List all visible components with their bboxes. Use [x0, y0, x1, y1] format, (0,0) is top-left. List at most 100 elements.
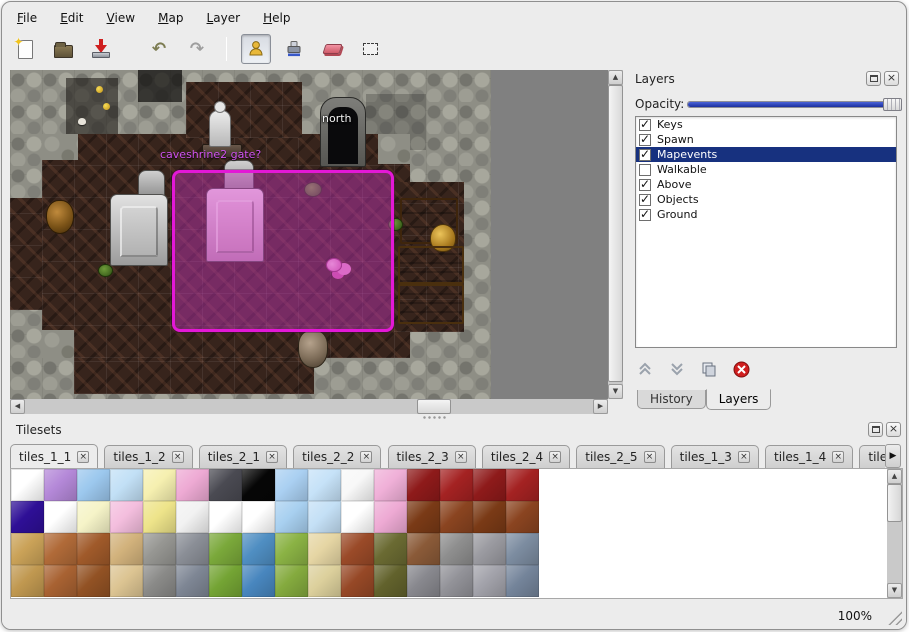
tileset-tile[interactable] — [407, 501, 440, 533]
tileset-tile[interactable] — [440, 565, 473, 597]
open-button[interactable] — [48, 34, 78, 64]
tileset-tab[interactable]: tiles_1_2× — [104, 445, 192, 468]
menu-layer[interactable]: Layer — [198, 8, 249, 28]
tileset-tab[interactable]: tiles_2_4× — [482, 445, 570, 468]
tileset-tile[interactable] — [341, 469, 374, 501]
tileset-tile[interactable] — [110, 501, 143, 533]
delete-layer-button[interactable] — [731, 359, 751, 379]
tileset-tile[interactable] — [176, 533, 209, 565]
tileset-tile[interactable] — [11, 533, 44, 565]
lower-layer-button[interactable] — [667, 359, 687, 379]
tileset-tile[interactable] — [440, 469, 473, 501]
tileset-tile[interactable] — [374, 565, 407, 597]
layer-visibility-checkbox[interactable] — [639, 179, 651, 191]
tileset-tile[interactable] — [44, 501, 77, 533]
opacity-slider-handle[interactable] — [883, 98, 902, 111]
tab-close-icon[interactable]: × — [455, 451, 467, 463]
layer-visibility-checkbox[interactable] — [639, 194, 651, 206]
undo-button[interactable]: ↶ — [144, 34, 174, 64]
tileset-tile[interactable] — [77, 469, 110, 501]
tileset-tile[interactable] — [374, 469, 407, 501]
fill-tool-button[interactable] — [279, 34, 309, 64]
duplicate-layer-button[interactable] — [699, 359, 719, 379]
tileset-tile[interactable] — [275, 565, 308, 597]
opacity-slider[interactable] — [687, 101, 901, 108]
menu-view[interactable]: View — [98, 8, 144, 28]
scrollbar-thumb[interactable] — [887, 484, 902, 522]
tileset-tile[interactable] — [11, 565, 44, 597]
tileset-tile[interactable] — [209, 469, 242, 501]
tileset-tile[interactable] — [77, 501, 110, 533]
tileset-tile[interactable] — [374, 501, 407, 533]
layer-visibility-checkbox[interactable] — [639, 134, 651, 146]
tileset-tile[interactable] — [143, 501, 176, 533]
layer-row-ground[interactable]: Ground — [636, 207, 896, 222]
tab-close-icon[interactable]: × — [644, 451, 656, 463]
tileset-tile[interactable] — [407, 469, 440, 501]
tileset-tab[interactable]: tiles_1_1× — [10, 444, 98, 469]
tileset-vertical-scrollbar[interactable]: ▲ ▼ — [887, 469, 902, 598]
tileset-tile[interactable] — [176, 565, 209, 597]
tileset-tile[interactable] — [110, 565, 143, 597]
tileset-tab[interactable]: tiles_2_1× — [199, 445, 287, 468]
panel-float-button[interactable] — [866, 71, 881, 86]
tab-scroll-next-button[interactable]: ▶ — [885, 444, 901, 468]
tab-close-icon[interactable]: × — [266, 451, 278, 463]
layer-row-spawn[interactable]: Spawn — [636, 132, 896, 147]
tileset-tile[interactable] — [473, 501, 506, 533]
tileset-tile[interactable] — [341, 501, 374, 533]
map-vertical-scrollbar[interactable]: ▲ ▼ — [608, 70, 623, 399]
tab-close-icon[interactable]: × — [549, 451, 561, 463]
stamp-tool-button[interactable] — [241, 34, 271, 64]
raise-layer-button[interactable] — [635, 359, 655, 379]
scroll-left-icon[interactable]: ◀ — [10, 399, 25, 414]
menu-map[interactable]: Map — [149, 8, 192, 28]
redo-button[interactable]: ↷ — [182, 34, 212, 64]
scrollbar-thumb[interactable] — [608, 85, 623, 382]
tileset-tile[interactable] — [209, 501, 242, 533]
splitter-handle[interactable] — [10, 414, 903, 421]
tileset-tile[interactable] — [506, 501, 539, 533]
tab-close-icon[interactable]: × — [77, 451, 89, 463]
tileset-tab[interactable]: tiles_1_3× — [671, 445, 759, 468]
tileset-tile[interactable] — [143, 565, 176, 597]
menu-edit[interactable]: Edit — [51, 8, 92, 28]
tileset-tile[interactable] — [176, 469, 209, 501]
tileset-tile[interactable] — [44, 533, 77, 565]
scroll-right-icon[interactable]: ▶ — [593, 399, 608, 414]
tileset-tile[interactable] — [275, 501, 308, 533]
tileset-tile[interactable] — [242, 533, 275, 565]
tileset-tile[interactable] — [110, 469, 143, 501]
scroll-up-icon[interactable]: ▲ — [887, 469, 902, 484]
tab-layers[interactable]: Layers — [706, 389, 772, 410]
layer-visibility-checkbox[interactable] — [639, 119, 651, 131]
new-map-button[interactable]: ✦ — [10, 34, 40, 64]
tileset-tile[interactable] — [77, 533, 110, 565]
tileset-tile[interactable] — [473, 565, 506, 597]
tileset-tile[interactable] — [44, 469, 77, 501]
tileset-tile[interactable] — [407, 533, 440, 565]
tileset-tile[interactable] — [176, 501, 209, 533]
menu-file[interactable]: File — [8, 8, 46, 28]
tileset-tile[interactable] — [209, 533, 242, 565]
panel-close-button[interactable]: × — [884, 71, 899, 86]
tab-close-icon[interactable]: × — [832, 451, 844, 463]
panel-close-button[interactable]: × — [886, 422, 901, 437]
tileset-tile[interactable] — [242, 565, 275, 597]
tileset-tab[interactable]: tiles_2_2× — [293, 445, 381, 468]
tileset-tile[interactable] — [308, 533, 341, 565]
tileset-tile[interactable] — [242, 501, 275, 533]
tileset-tab[interactable]: tiles_2_3× — [388, 445, 476, 468]
menu-help[interactable]: Help — [254, 8, 299, 28]
scrollbar-thumb[interactable] — [417, 399, 451, 414]
save-button[interactable] — [86, 34, 116, 64]
select-tool-button[interactable] — [355, 34, 385, 64]
layer-row-mapevents[interactable]: Mapevents — [636, 147, 896, 162]
tileset-tab[interactable]: tiles_1_× — [859, 445, 885, 468]
tileset-tile[interactable] — [110, 533, 143, 565]
tileset-tile[interactable] — [11, 469, 44, 501]
tab-close-icon[interactable]: × — [738, 451, 750, 463]
tab-history[interactable]: History — [637, 390, 706, 409]
tileset-tile[interactable] — [308, 469, 341, 501]
tileset-tab[interactable]: tiles_1_4× — [765, 445, 853, 468]
